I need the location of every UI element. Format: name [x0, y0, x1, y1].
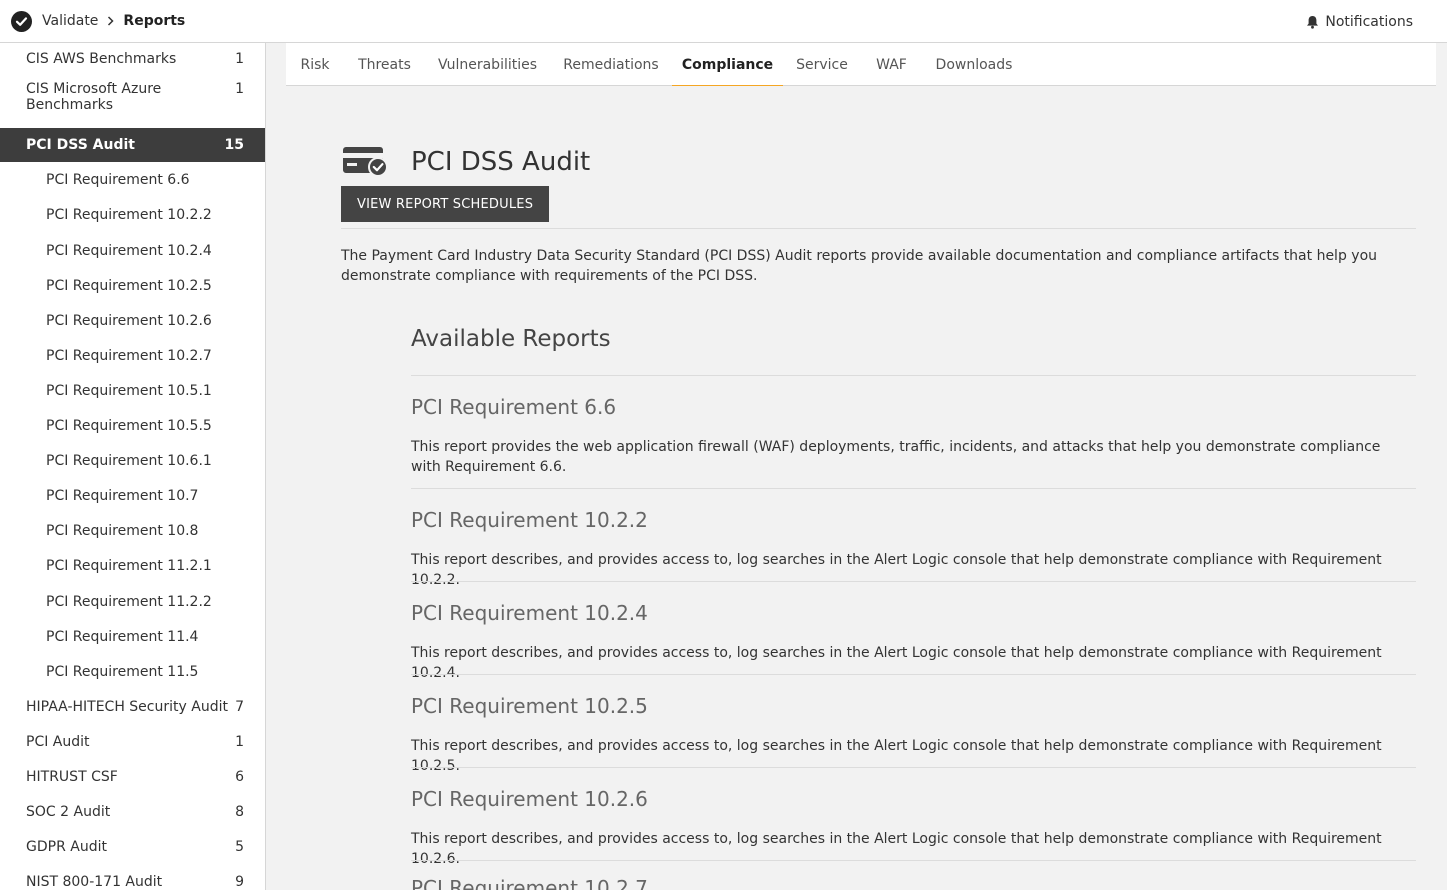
sidebar-subitem-10-2-7[interactable]: PCI Requirement 10.2.7: [0, 338, 265, 373]
sidebar-item-count: 5: [235, 838, 244, 855]
divider: [411, 488, 1416, 489]
report-title[interactable]: PCI Requirement 10.2.6: [411, 787, 648, 811]
sidebar-item-label: PCI Requirement 10.5.1: [46, 382, 212, 399]
sidebar-item-label: PCI Requirement 11.2.1: [46, 557, 212, 574]
sidebar-subitem-10-2-4[interactable]: PCI Requirement 10.2.4: [0, 233, 265, 268]
sidebar-item-pci-dss-audit[interactable]: PCI DSS Audit 15: [0, 128, 265, 162]
view-report-schedules-button[interactable]: VIEW REPORT SCHEDULES: [341, 186, 550, 222]
sidebar-item-hitrust[interactable]: HITRUST CSF 6: [0, 759, 265, 794]
sidebar-subitem-10-5-5[interactable]: PCI Requirement 10.5.5: [0, 408, 265, 443]
report-title[interactable]: PCI Requirement 6.6: [411, 395, 616, 419]
sidebar-item-label: PCI Requirement 10.2.6: [46, 312, 212, 329]
sidebar-item-cis-azure[interactable]: CIS Microsoft Azure Benchmarks 1: [0, 81, 265, 121]
sidebar-item-soc2[interactable]: SOC 2 Audit 8: [0, 794, 265, 829]
sidebar-subitem-11-2-2[interactable]: PCI Requirement 11.2.2: [0, 584, 265, 619]
tab-risk[interactable]: Risk: [286, 43, 344, 86]
sidebar-item-label: PCI Requirement 10.7: [46, 487, 199, 504]
report-title[interactable]: PCI Requirement 10.2.5: [411, 694, 648, 718]
sidebar-item-label: CIS Microsoft Azure Benchmarks: [26, 81, 162, 113]
sidebar-item-label: PCI Requirement 10.2.7: [46, 347, 212, 364]
sidebar-item-label: PCI Requirement 11.2.2: [46, 593, 212, 610]
tab-compliance[interactable]: Compliance: [672, 43, 783, 87]
sidebar-item-label: HIPAA-HITECH Security Audit: [26, 698, 228, 715]
sidebar-item-label: PCI Requirement 10.5.5: [46, 417, 212, 434]
credit-card-check-icon: [343, 147, 388, 177]
sidebar-item-label: PCI Requirement 6.6: [46, 171, 190, 188]
tab-remediations[interactable]: Remediations: [550, 43, 672, 86]
available-reports-heading: Available Reports: [411, 326, 611, 352]
divider: [411, 674, 1416, 675]
report-description: This report provides the web application…: [411, 439, 1381, 475]
sidebar-item-label: PCI Requirement 11.5: [46, 663, 199, 680]
sidebar-subitem-10-2-5[interactable]: PCI Requirement 10.2.5: [0, 268, 265, 303]
sidebar-item-count: 1: [235, 81, 244, 97]
bell-icon: [1307, 15, 1319, 29]
sidebar-item-label: PCI Audit: [26, 733, 90, 750]
divider: [411, 375, 1416, 376]
sidebar-subitem-11-5[interactable]: PCI Requirement 11.5: [0, 654, 265, 689]
tab-threats[interactable]: Threats: [344, 43, 425, 86]
sidebar-item-cis-aws[interactable]: CIS AWS Benchmarks 1: [0, 43, 265, 75]
report-description: This report describes, and provides acce…: [411, 552, 1382, 588]
sidebar-item-pci-audit[interactable]: PCI Audit 1: [0, 724, 265, 759]
sidebar-item-label: GDPR Audit: [26, 838, 107, 855]
report-title[interactable]: PCI Requirement 10.2.7: [411, 876, 648, 890]
sidebar-item-label: PCI Requirement 10.2.2: [46, 206, 212, 223]
sidebar-item-label: SOC 2 Audit: [26, 803, 111, 820]
notifications-label: Notifications: [1325, 13, 1413, 30]
divider: [411, 860, 1416, 861]
sidebar-item-label: PCI Requirement 10.2.5: [46, 277, 212, 294]
sidebar-item-label: HITRUST CSF: [26, 768, 118, 785]
sidebar-item-gdpr[interactable]: GDPR Audit 5: [0, 829, 265, 864]
sidebar-subitem-10-6-1[interactable]: PCI Requirement 10.6.1: [0, 443, 265, 478]
report-description: This report describes, and provides acce…: [411, 831, 1382, 867]
tab-service[interactable]: Service: [783, 43, 861, 86]
breadcrumb-current: Reports: [123, 13, 186, 29]
intro-text: The Payment Card Industry Data Security …: [341, 248, 1378, 284]
divider: [341, 228, 1416, 229]
report-title[interactable]: PCI Requirement 10.2.2: [411, 508, 648, 532]
sidebar-item-label: PCI Requirement 11.4: [46, 628, 199, 645]
chevron-right-icon: [107, 16, 114, 26]
sidebar: CIS AWS Benchmarks 1 CIS Microsoft Azure …: [0, 43, 266, 890]
report-description: This report describes, and provides acce…: [411, 645, 1382, 681]
sidebar-subitem-10-2-2[interactable]: PCI Requirement 10.2.2: [0, 197, 265, 232]
page-title: PCI DSS Audit: [411, 147, 591, 177]
report-title[interactable]: PCI Requirement 10.2.4: [411, 601, 648, 625]
top-bar: Validate Reports Notifications: [0, 0, 1447, 43]
report-description: This report describes, and provides acce…: [411, 738, 1382, 774]
sidebar-subitem-6-6[interactable]: PCI Requirement 6.6: [0, 162, 265, 197]
divider: [411, 767, 1416, 768]
sidebar-subitem-11-2-1[interactable]: PCI Requirement 11.2.1: [0, 548, 265, 583]
tab-bar: Risk Threats Vulnerabilities Remediation…: [286, 43, 1436, 87]
divider: [411, 581, 1416, 582]
sidebar-item-count: 7: [235, 698, 244, 715]
sidebar-item-label: PCI Requirement 10.8: [46, 522, 199, 539]
sidebar-item-label: PCI Requirement 10.6.1: [46, 452, 212, 469]
sidebar-item-label: NIST 800-171 Audit: [26, 873, 163, 890]
sidebar-subitem-10-7[interactable]: PCI Requirement 10.7: [0, 478, 265, 513]
sidebar-item-label: PCI DSS Audit: [26, 137, 135, 153]
notifications-button[interactable]: Notifications: [1306, 0, 1413, 43]
sidebar-item-count: 6: [235, 768, 244, 785]
tab-vulnerabilities[interactable]: Vulnerabilities: [425, 43, 550, 86]
sidebar-subitem-10-2-6[interactable]: PCI Requirement 10.2.6: [0, 303, 265, 338]
tab-waf[interactable]: WAF: [861, 43, 922, 86]
main-content: PCI DSS Audit VIEW REPORT SCHEDULES The …: [266, 86, 1447, 890]
sidebar-subitem-11-4[interactable]: PCI Requirement 11.4: [0, 619, 265, 654]
sidebar-item-count: 1: [235, 51, 244, 67]
breadcrumb-app[interactable]: Validate: [42, 13, 98, 29]
sidebar-item-label: PCI Requirement 10.2.4: [46, 242, 212, 259]
sidebar-subitem-10-8[interactable]: PCI Requirement 10.8: [0, 513, 265, 548]
sidebar-item-count: 15: [224, 137, 244, 153]
sidebar-item-hipaa[interactable]: HIPAA-HITECH Security Audit 7: [0, 689, 265, 724]
sidebar-item-label: CIS AWS Benchmarks: [26, 51, 177, 67]
sidebar-subitem-10-5-1[interactable]: PCI Requirement 10.5.1: [0, 373, 265, 408]
check-icon[interactable]: [11, 10, 32, 32]
sidebar-item-count: 1: [235, 733, 244, 750]
tab-downloads[interactable]: Downloads: [922, 43, 1026, 86]
sidebar-item-count: 8: [235, 803, 244, 820]
sidebar-item-count: 9: [235, 873, 244, 890]
sidebar-item-nist[interactable]: NIST 800-171 Audit 9: [0, 864, 265, 890]
